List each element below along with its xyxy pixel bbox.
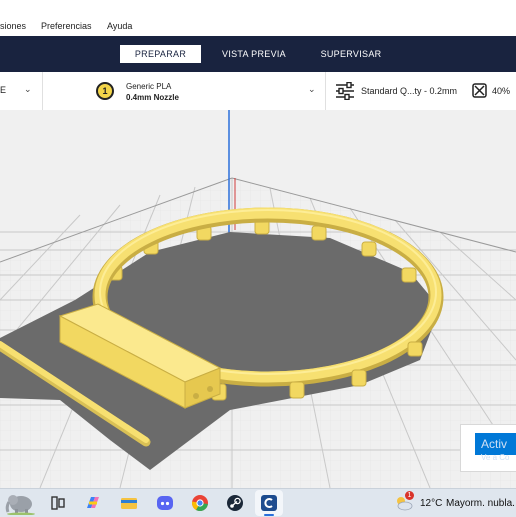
sliders-icon [336,82,354,100]
machine-name: E [0,85,7,95]
windows-activation-notice: Activ Ve a Co [460,424,516,472]
tab-prepare[interactable]: PREPARAR [120,45,201,63]
material-selector[interactable]: 1 Generic PLA 0.4mm Nozzle ⌄ [43,72,325,110]
3d-viewport[interactable] [0,110,516,488]
menu-item-extensions[interactable]: siones [0,21,26,31]
chevron-down-icon: ⌄ [308,84,316,94]
material-name: Generic PLA [126,82,172,91]
infill-percentage: 40% [492,86,511,96]
stage-bar: PREPARAR VISTA PREVIA SUPERVISAR [0,36,516,72]
taskbar: 1 12°C Mayorm. nubla. [0,488,516,517]
activation-subtitle: Ve a Co [481,453,510,462]
notification-badge: 1 [405,491,414,500]
weather-temperature[interactable]: 12°C [420,498,442,509]
discord-icon[interactable] [156,494,174,512]
cura-icon[interactable] [260,494,278,512]
menu-item-preferences[interactable]: Preferencias [41,21,92,31]
tab-preview[interactable]: VISTA PREVIA [218,45,290,63]
print-setup-toolbar: E ⌄ 1 Generic PLA 0.4mm Nozzle ⌄ Standar… [0,72,516,111]
machine-selector[interactable]: E ⌄ [0,72,42,110]
file-explorer-icon[interactable] [120,494,138,512]
chrome-icon[interactable] [191,494,209,512]
steam-icon[interactable] [226,494,244,512]
quality-profile: Standard Q...ty - 0.2mm [361,86,458,96]
menu-bar: siones Preferencias Ayuda [0,0,516,36]
copilot-icon[interactable] [84,494,102,512]
elephant-widget-icon[interactable] [4,491,38,515]
activation-title: Activ [475,433,516,455]
chevron-down-icon: ⌄ [24,84,32,94]
task-view-icon[interactable] [49,494,67,512]
nozzle-size: 0.4mm Nozzle [126,93,179,102]
build-plate-scene [0,110,516,488]
extruder-badge-icon: 1 [96,82,114,100]
tab-monitor[interactable]: SUPERVISAR [315,45,387,63]
infill-icon [472,83,487,98]
menu-item-help[interactable]: Ayuda [107,21,132,31]
weather-condition[interactable]: Mayorm. nubla. [446,498,515,509]
